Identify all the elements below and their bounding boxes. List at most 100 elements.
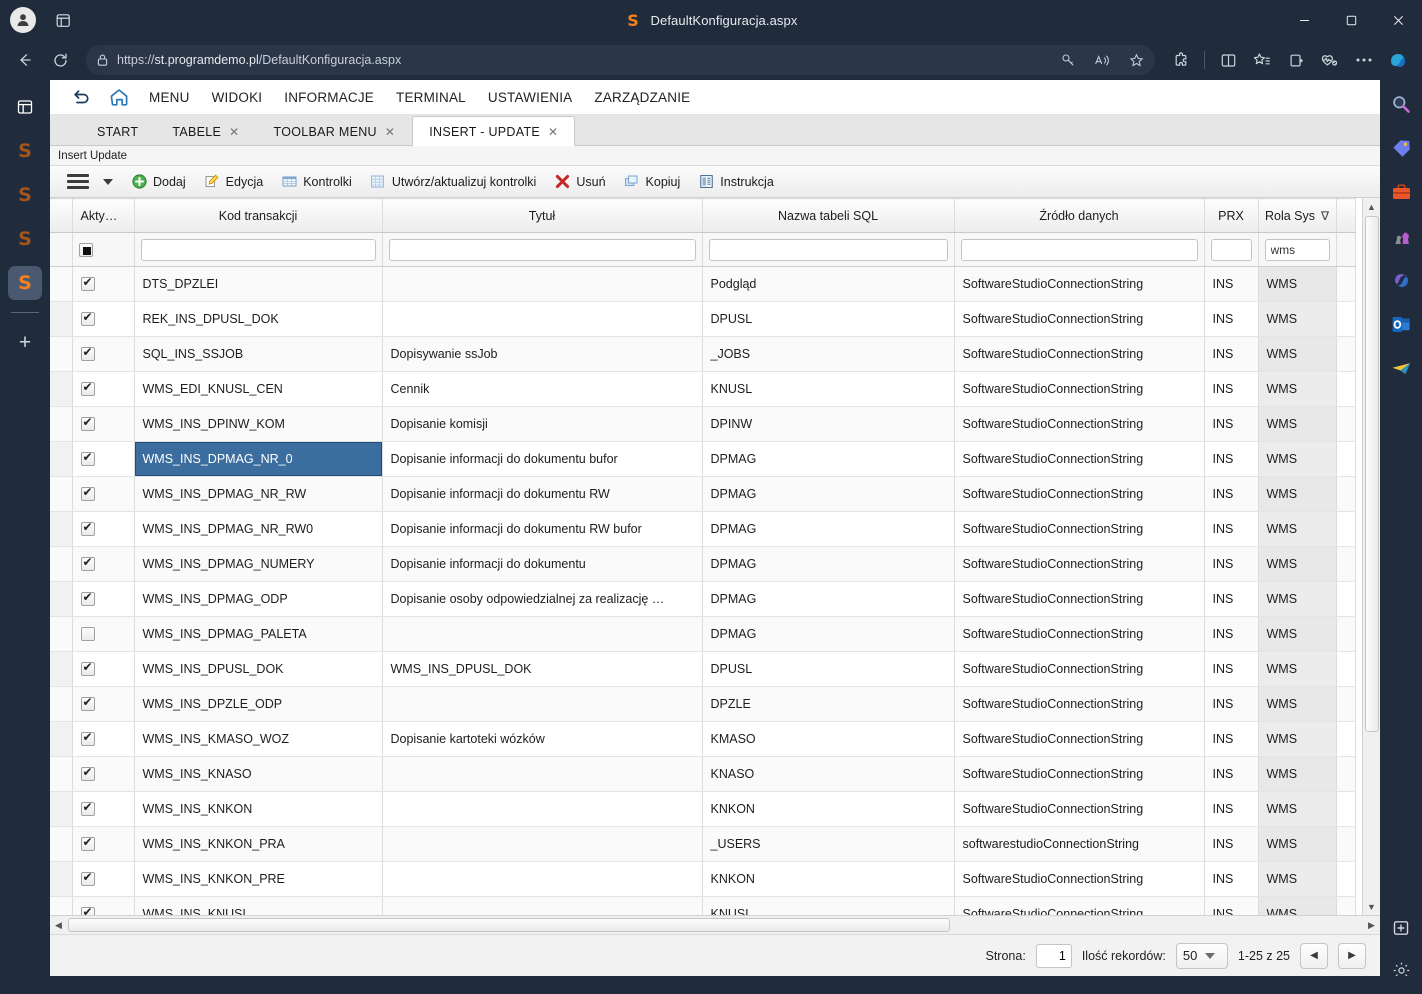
vertical-scroll-thumb[interactable] <box>1365 216 1379 732</box>
cell-rola[interactable]: WMS <box>1258 336 1337 372</box>
extensions-icon[interactable] <box>1165 45 1197 75</box>
app-menu-item-informacje[interactable]: INFORMACJE <box>273 80 385 114</box>
tab-toolbar-menu[interactable]: TOOLBAR MENU ✕ <box>257 118 413 145</box>
filter-funnel-icon[interactable]: ∇ <box>1321 209 1329 223</box>
cell-prx[interactable]: INS <box>1204 721 1259 757</box>
favorite-star-icon[interactable] <box>1123 47 1149 73</box>
cell-nazwa[interactable]: Podgląd <box>702 266 955 302</box>
add-button[interactable]: Dodaj <box>122 169 195 195</box>
column-header-kod[interactable]: Kod transakcji <box>134 198 383 233</box>
table-row[interactable]: WMS_INS_KNKON_PRA _USERSsoftwarestudioCon… <box>50 826 1356 862</box>
cell-tytul[interactable] <box>382 686 703 722</box>
table-row[interactable]: WMS_INS_KNUSL KNUSLSoftwareStudioConnecti… <box>50 896 1356 915</box>
maximize-button[interactable] <box>1328 0 1375 40</box>
cell-prx[interactable]: INS <box>1204 861 1259 897</box>
cell-kod[interactable]: WMS_INS_KNASO <box>134 756 383 792</box>
hamburger-menu-icon[interactable] <box>58 169 122 195</box>
cell-aktywne[interactable] <box>72 406 135 442</box>
cell-aktywne[interactable] <box>72 441 135 477</box>
tab-softwarestudio-2[interactable]: S <box>8 178 42 212</box>
cell-prx[interactable]: INS <box>1204 511 1259 547</box>
table-row[interactable]: REK_INS_DPUSL_DOK DPUSLSoftwareStudioConn… <box>50 301 1356 337</box>
back-arrow-icon[interactable] <box>8 45 40 75</box>
filter-input-tytul[interactable] <box>388 238 696 261</box>
cell-zrodlo[interactable]: SoftwareStudioConnectionString <box>954 651 1205 687</box>
filter-input-rola[interactable] <box>1264 238 1330 261</box>
table-row[interactable]: WMS_INS_KMASO_WOZDopisanie kartoteki wóz… <box>50 721 1356 757</box>
cell-rola[interactable]: WMS <box>1258 371 1337 407</box>
cell-nazwa[interactable]: DPINW <box>702 406 955 442</box>
row-gutter[interactable] <box>50 546 73 582</box>
address-bar[interactable]: https://st.programdemo.pl/DefaultKonfigu… <box>86 45 1155 75</box>
split-screen-icon[interactable] <box>1212 45 1244 75</box>
new-tab-button[interactable]: + <box>8 325 42 359</box>
prev-page-button[interactable]: ◀ <box>1300 942 1328 969</box>
cell-tytul[interactable]: Dopisanie osoby odpowiedzialnej za reali… <box>382 581 703 617</box>
table-row[interactable]: WMS_INS_DPUSL_DOKWMS_INS_DPUSL_DOKDPUSLS… <box>50 651 1356 687</box>
cell-rola[interactable]: WMS <box>1258 686 1337 722</box>
horizontal-scrollbar[interactable]: ◀ ▶ <box>50 915 1380 934</box>
row-gutter[interactable] <box>50 301 73 337</box>
cell-aktywne[interactable] <box>72 896 135 915</box>
cell-nazwa[interactable]: KNKON <box>702 861 955 897</box>
telegram-icon[interactable] <box>1387 354 1415 382</box>
row-gutter[interactable] <box>50 651 73 687</box>
cell-rola[interactable]: WMS <box>1258 301 1337 337</box>
active-checkbox[interactable] <box>80 870 95 887</box>
row-gutter[interactable] <box>50 686 73 722</box>
undo-arrow-icon[interactable] <box>62 80 100 114</box>
cell-zrodlo[interactable]: SoftwareStudioConnectionString <box>954 896 1205 915</box>
cell-prx[interactable]: INS <box>1204 336 1259 372</box>
column-header-nazwa[interactable]: Nazwa tabeli SQL <box>702 198 955 233</box>
row-gutter[interactable] <box>50 826 73 862</box>
row-gutter[interactable] <box>50 791 73 827</box>
cell-tytul[interactable]: Dopisanie komisji <box>382 406 703 442</box>
cell-rola[interactable]: WMS <box>1258 651 1337 687</box>
cell-nazwa[interactable]: KMASO <box>702 721 955 757</box>
cell-nazwa[interactable]: DPUSL <box>702 651 955 687</box>
cell-aktywne[interactable] <box>72 476 135 512</box>
cell-zrodlo[interactable]: SoftwareStudioConnectionString <box>954 791 1205 827</box>
tab-close-icon[interactable]: ✕ <box>548 125 558 139</box>
profile-avatar[interactable] <box>10 7 36 33</box>
table-row[interactable]: WMS_INS_DPZLE_ODP DPZLESoftwareStudioConn… <box>50 686 1356 722</box>
cell-prx[interactable]: INS <box>1204 651 1259 687</box>
cell-kod[interactable]: WMS_INS_DPINW_KOM <box>134 406 383 442</box>
tab-start[interactable]: START <box>80 118 155 145</box>
cell-aktywne[interactable] <box>72 721 135 757</box>
app-menu-item-terminal[interactable]: TERMINAL <box>385 80 477 114</box>
cell-prx[interactable]: INS <box>1204 301 1259 337</box>
close-button[interactable] <box>1375 0 1422 40</box>
create-update-controls-button[interactable]: Utwórz/aktualizuj kontrolki <box>361 169 546 195</box>
cell-kod[interactable]: WMS_INS_DPMAG_PALETA <box>134 616 383 652</box>
filter-aktywne[interactable] <box>72 232 135 267</box>
cell-tytul[interactable] <box>382 266 703 302</box>
app-menu-item-menu[interactable]: MENU <box>138 80 201 114</box>
tri-state-checkbox[interactable] <box>78 242 93 257</box>
cell-kod[interactable]: WMS_INS_KMASO_WOZ <box>134 721 383 757</box>
copilot-icon[interactable] <box>1382 45 1414 75</box>
row-gutter[interactable] <box>50 721 73 757</box>
active-checkbox[interactable] <box>80 415 95 432</box>
search-icon[interactable] <box>1387 90 1415 118</box>
table-row[interactable]: WMS_EDI_KNUSL_CENCennikKNUSLSoftwareStud… <box>50 371 1356 407</box>
cell-tytul[interactable] <box>382 756 703 792</box>
favorites-icon[interactable] <box>1246 45 1278 75</box>
cell-zrodlo[interactable]: softwarestudioConnectionString <box>954 826 1205 862</box>
cell-rola[interactable]: WMS <box>1258 616 1337 652</box>
page-size-select[interactable]: 50 <box>1175 942 1228 969</box>
table-row[interactable]: WMS_INS_DPMAG_NR_RW0Dopisanie informacji… <box>50 511 1356 547</box>
cell-aktywne[interactable] <box>72 756 135 792</box>
read-aloud-icon[interactable] <box>1089 47 1115 73</box>
active-checkbox[interactable] <box>80 730 95 747</box>
active-checkbox[interactable] <box>80 590 95 607</box>
cell-tytul[interactable] <box>382 826 703 862</box>
delete-button[interactable]: Usuń <box>545 169 614 195</box>
cell-prx[interactable]: INS <box>1204 406 1259 442</box>
table-row[interactable]: WMS_INS_KNKON_PRE KNKONSoftwareStudioConn… <box>50 861 1356 897</box>
tab-insert-update[interactable]: INSERT - UPDATE ✕ <box>412 116 576 146</box>
row-gutter[interactable] <box>50 896 73 915</box>
table-row[interactable]: WMS_INS_DPMAG_NR_RWDopisanie informacji … <box>50 476 1356 512</box>
cell-nazwa[interactable]: DPMAG <box>702 511 955 547</box>
cell-kod[interactable]: WMS_INS_DPMAG_ODP <box>134 581 383 617</box>
